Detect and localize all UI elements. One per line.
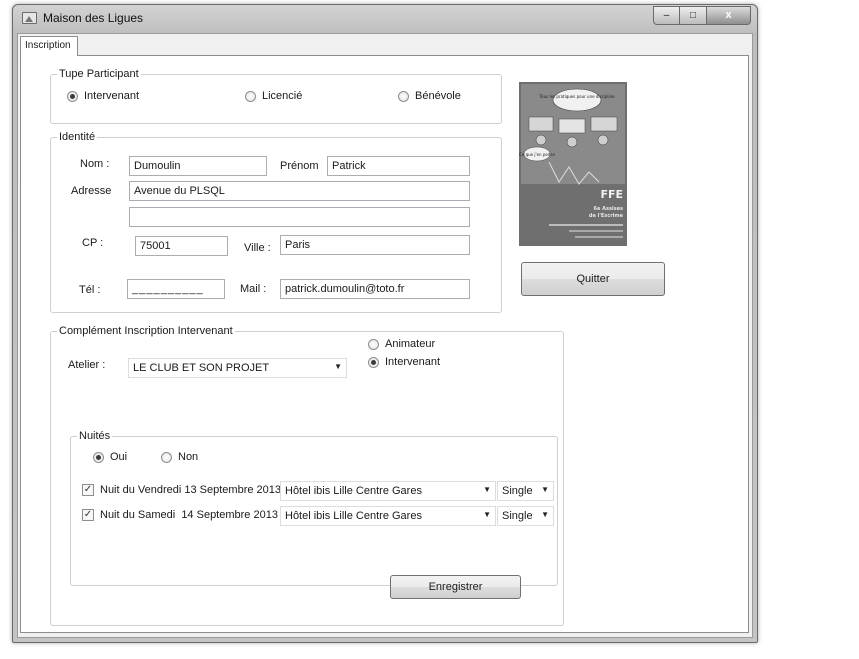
radio-label: Animateur (385, 338, 436, 350)
prenom-label: Prénom (280, 160, 319, 172)
assises-escrime-poster-image: Tous les pratiques pour une discipline C… (519, 82, 627, 246)
chevron-down-icon: ▼ (334, 362, 342, 371)
radio-animateur[interactable]: Animateur (368, 338, 435, 350)
quitter-button[interactable]: Quitter (521, 262, 665, 296)
hotel-selected-value: Hôtel ibis Lille Centre Gares (285, 510, 422, 522)
hotel-dropdown-vendredi[interactable]: Hôtel ibis Lille Centre Gares ▼ (280, 481, 496, 501)
radio-benevole[interactable]: Bénévole (398, 90, 461, 102)
radio-label: Intervenant (385, 356, 441, 368)
window-controls: – □ x (653, 6, 751, 25)
checkmark-icon: ✓ (82, 484, 94, 496)
radio-label: Non (178, 451, 199, 463)
title-bar[interactable]: Maison des Ligues – □ x (13, 5, 757, 31)
chevron-down-icon: ▼ (483, 510, 491, 519)
hotel-selected-value: Hôtel ibis Lille Centre Gares (285, 485, 422, 497)
poster-bubble-text: Tous les pratiques pour une discipline (538, 94, 615, 99)
adresse-line2-field[interactable] (129, 207, 470, 227)
radio-nuites-non[interactable]: Non (161, 451, 198, 463)
radio-indicator (368, 338, 379, 350)
enregistrer-button[interactable]: Enregistrer (390, 575, 521, 599)
checkbox-nuit-samedi[interactable]: ✓ Nuit du Samedi 14 Septembre 2013 (82, 509, 278, 521)
mail-field[interactable]: patrick.dumoulin@toto.fr (280, 279, 470, 299)
checkmark-icon: ✓ (82, 509, 94, 521)
room-selected-value: Single (502, 485, 533, 497)
tab-page-inscription: Tupe Participant Intervenant Licencié Bé… (20, 55, 749, 633)
radio-licencie[interactable]: Licencié (245, 90, 302, 102)
radio-indicator (67, 90, 78, 102)
close-button[interactable]: x (707, 6, 751, 25)
client-area: Inscription Tupe Participant Intervenant… (17, 33, 753, 638)
radio-label: Licencié (262, 90, 303, 102)
atelier-selected-value: LE CLUB ET SON PROJET (133, 362, 270, 374)
hotel-dropdown-samedi[interactable]: Hôtel ibis Lille Centre Gares ▼ (280, 506, 496, 526)
radio-indicator (398, 90, 409, 102)
prenom-field[interactable]: Patrick (327, 156, 470, 176)
app-icon[interactable] (22, 12, 37, 24)
radio-label: Bénévole (415, 90, 461, 102)
room-dropdown-samedi[interactable]: Single ▼ (497, 506, 554, 526)
poster-title-line1: 6e Assises (594, 206, 624, 212)
identite-group: Identité Nom : Dumoulin Prénom Patrick A… (50, 131, 502, 313)
radio-indicator (245, 90, 256, 102)
chevron-down-icon: ▼ (541, 485, 549, 494)
room-selected-value: Single (502, 510, 533, 522)
checkbox-label: Nuit du Samedi 14 Septembre 2013 (100, 509, 278, 521)
poster-bubble-text-2: Ce que j'en pense (519, 152, 555, 157)
adresse-label: Adresse (71, 185, 112, 197)
room-dropdown-vendredi[interactable]: Single ▼ (497, 481, 554, 501)
mail-label: Mail : (240, 283, 267, 295)
radio-role-intervenant[interactable]: Intervenant (368, 356, 440, 368)
complement-legend: Complément Inscription Intervenant (57, 325, 235, 337)
type-participant-legend: Tupe Participant (57, 68, 141, 80)
radio-label: Intervenant (84, 90, 140, 102)
identite-legend: Identité (57, 131, 98, 143)
radio-indicator (368, 356, 379, 368)
chevron-down-icon: ▼ (483, 485, 491, 494)
nom-field[interactable]: Dumoulin (129, 156, 267, 176)
application-window: Maison des Ligues – □ x Inscription Tupe… (12, 4, 758, 643)
checkbox-nuit-vendredi[interactable]: ✓ Nuit du Vendredi 13 Septembre 2013 (82, 484, 281, 496)
tel-label: Tél : (79, 284, 101, 296)
nom-label: Nom : (80, 158, 110, 170)
complement-inscription-group: Complément Inscription Intervenant Ateli… (50, 325, 564, 626)
type-participant-group: Tupe Participant Intervenant Licencié Bé… (50, 68, 502, 124)
radio-indicator (93, 451, 104, 463)
atelier-label: Atelier : (68, 359, 106, 371)
checkbox-label: Nuit du Vendredi 13 Septembre 2013 (100, 484, 282, 496)
cp-label: CP : (82, 237, 104, 249)
minimize-button[interactable]: – (653, 6, 680, 25)
tab-inscription[interactable]: Inscription (20, 36, 78, 56)
chevron-down-icon: ▼ (541, 510, 549, 519)
nuites-group: Nuités Oui Non ✓ Nuit du Vendredi 13 Sep… (70, 430, 558, 586)
radio-intervenant[interactable]: Intervenant (67, 90, 139, 102)
tel-field[interactable]: _ _ _ _ _ _ _ _ _ _ (127, 279, 225, 299)
cp-field[interactable]: 75001 (135, 236, 228, 256)
radio-nuites-oui[interactable]: Oui (93, 451, 127, 463)
nuites-legend: Nuités (77, 430, 113, 442)
radio-label: Oui (110, 451, 128, 463)
atelier-dropdown[interactable]: LE CLUB ET SON PROJET ▼ (128, 358, 347, 378)
adresse-line1-field[interactable]: Avenue du PLSQL (129, 181, 470, 201)
ville-label: Ville : (244, 242, 271, 254)
window-title: Maison des Ligues (43, 11, 144, 25)
ville-field[interactable]: Paris (280, 235, 470, 255)
poster-title-line2: de l'Escrime (589, 213, 624, 219)
radio-indicator (161, 451, 172, 463)
maximize-button[interactable]: □ (680, 6, 707, 25)
poster-ffe-text: FFE (600, 188, 623, 201)
